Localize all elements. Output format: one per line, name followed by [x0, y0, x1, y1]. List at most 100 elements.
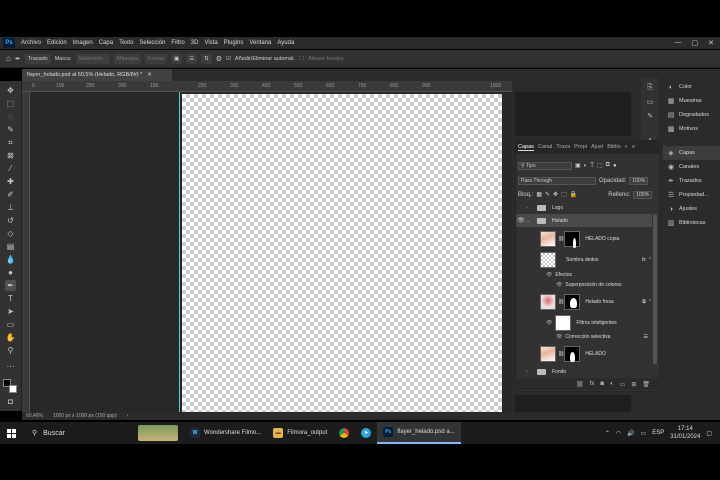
layer-row[interactable]: Sombra dedos fx ⌃ — [516, 251, 652, 269]
zoom-tool-icon[interactable]: ⚲ — [5, 345, 16, 356]
tab-ajustes[interactable]: Ajust — [591, 144, 603, 150]
layer-mask-thumbnail[interactable] — [564, 231, 581, 248]
filter-toggle-icon[interactable]: ● — [613, 163, 617, 169]
move-tool-icon[interactable]: ✥ — [5, 85, 16, 96]
dock-libraries[interactable]: ▥ Bibliotecas — [663, 216, 720, 230]
new-group-icon[interactable]: ▭ — [620, 381, 626, 388]
fx-icon[interactable]: fx — [590, 381, 595, 387]
filter-smart-icon[interactable]: ⧉ — [606, 162, 610, 169]
dock-adjustments[interactable]: ◑ Ajustes — [663, 202, 720, 216]
battery-icon[interactable]: ▭ — [641, 430, 647, 437]
taskbar-app-telegram[interactable]: ➤ — [355, 422, 377, 444]
dock-channels[interactable]: ◉ Canales — [663, 160, 720, 174]
dodge-tool-icon[interactable]: ● — [5, 267, 16, 278]
more-tools-icon[interactable]: ··· — [5, 361, 16, 372]
maximize-icon[interactable]: ▢ — [692, 39, 699, 47]
menu-vista[interactable]: Vista — [201, 40, 220, 46]
dock-properties[interactable]: ☰ Propiedad... — [663, 188, 720, 202]
guide-line-left[interactable] — [179, 92, 180, 412]
taskbar-app-photoshop[interactable]: Ps flayer_helado.psd a... — [377, 422, 461, 444]
menu-ventana[interactable]: Ventana — [246, 40, 274, 46]
tab-trazados[interactable]: Traza — [556, 144, 570, 150]
layer-row[interactable]: › Fondo — [516, 366, 652, 377]
taskbar-app-filmora[interactable]: W Wondershare Filmo... — [184, 422, 267, 444]
fill-input[interactable]: 100% — [633, 190, 653, 199]
smart-filters-row[interactable]: 👁 Filtros inteligentes — [516, 314, 652, 332]
path-arrange-icon[interactable]: ⇅ — [201, 53, 212, 64]
filter-type-icon[interactable]: T — [590, 163, 594, 169]
effects-row[interactable]: 👁 Efectos — [516, 270, 652, 280]
mascara-button[interactable]: Máscara — [113, 53, 142, 64]
language-indicator[interactable]: ESP — [652, 430, 664, 436]
filter-adjust-icon[interactable]: ◐ — [584, 163, 588, 169]
menu-3d[interactable]: 3D — [188, 40, 202, 46]
path-selection-tool-icon[interactable]: ➤ — [5, 306, 16, 317]
gradient-tool-icon[interactable]: ▤ — [5, 241, 16, 252]
home-icon[interactable]: ⌂ — [6, 54, 11, 63]
lock-position-icon[interactable]: ✥ — [553, 191, 558, 198]
align-edges-checkbox[interactable]: ☐ — [299, 56, 304, 62]
new-layer-icon[interactable]: ⊞ — [631, 381, 636, 388]
crop-tool-icon[interactable]: ⌗ — [5, 137, 16, 148]
type-tool-icon[interactable]: T — [5, 293, 16, 304]
add-mask-icon[interactable]: ◙ — [600, 381, 604, 387]
zebra-widget-icon[interactable] — [138, 425, 178, 441]
pen-tool-icon[interactable]: ✒ — [5, 280, 16, 291]
volume-icon[interactable]: 🔊 — [627, 430, 634, 437]
menu-archivo[interactable]: Archivo — [18, 40, 44, 46]
opacity-input[interactable]: 100% — [629, 176, 649, 185]
layer-row[interactable]: ⛓ Helado fresa ⧉ ⌃ — [516, 292, 652, 312]
layer-row[interactable]: ⛓ HELADO — [516, 344, 652, 364]
tab-bibliotecas[interactable]: Biblio — [607, 144, 620, 150]
dock-gradients[interactable]: ▤ Degradados — [663, 108, 720, 122]
quick-mask-icon[interactable]: ◘ — [5, 396, 16, 407]
taskbar-search[interactable]: ⚲ Buscar — [22, 422, 132, 444]
lock-paint-icon[interactable]: ✎ — [545, 191, 550, 198]
eyedropper-tool-icon[interactable]: ⁄ — [5, 163, 16, 174]
pen-tool-icon[interactable]: ✒ — [15, 55, 21, 63]
tab-capas[interactable]: Capas — [518, 144, 534, 151]
document-canvas[interactable] — [182, 94, 502, 412]
dock-paths[interactable]: ✒ Trazados — [663, 174, 720, 188]
chevron-down-icon[interactable]: ⌄ — [526, 218, 534, 224]
filter-mask-thumbnail[interactable] — [555, 315, 572, 331]
filter-item-row[interactable]: 👁 Corrección selectiva ☰ — [516, 332, 652, 342]
menu-seleccion[interactable]: Selección — [136, 40, 168, 46]
path-ops-icon[interactable]: ▣ — [170, 53, 183, 64]
healing-brush-tool-icon[interactable]: ✚ — [5, 176, 16, 187]
adjustment-layer-icon[interactable]: ◐ — [610, 381, 614, 387]
link-layers-icon[interactable]: ⛓ — [576, 381, 584, 388]
status-arrow-icon[interactable]: › — [127, 413, 129, 419]
brush-settings-icon[interactable]: ✎ — [645, 112, 655, 122]
menu-capa[interactable]: Capa — [96, 40, 116, 46]
quick-select-tool-icon[interactable]: ✎ — [5, 124, 16, 135]
minimize-icon[interactable]: — — [675, 39, 682, 47]
lock-all-icon[interactable]: 🔒 — [570, 191, 577, 198]
taskbar-app-folder[interactable]: ▬ Filmora_output — [267, 422, 333, 444]
tab-close-icon[interactable]: ✕ — [147, 72, 152, 78]
taskbar-app-chrome[interactable] — [333, 422, 355, 444]
background-color-swatch[interactable] — [9, 385, 17, 393]
filter-shape-icon[interactable]: ⬚ — [597, 162, 603, 169]
tab-propiedades[interactable]: Propi — [574, 144, 587, 150]
forma-button[interactable]: Forma — [145, 53, 167, 64]
dock-patterns[interactable]: ▩ Motivos — [663, 122, 720, 136]
trash-icon[interactable]: 🗑 — [642, 381, 650, 388]
brush-tool-icon[interactable]: ✐ — [5, 189, 16, 200]
auto-add-delete-checkbox[interactable]: ☑ — [226, 56, 231, 62]
menu-plugins[interactable]: Plugins — [221, 40, 247, 46]
start-button[interactable] — [0, 422, 22, 444]
layer-row[interactable]: › Logo — [516, 202, 652, 214]
chevron-right-icon[interactable]: › — [526, 205, 534, 211]
eye-icon[interactable]: 👁 — [546, 272, 552, 278]
chevron-up-icon[interactable]: ⌃ — [648, 257, 652, 263]
close-icon[interactable]: ✕ — [708, 39, 714, 47]
eye-icon[interactable]: 👁 — [556, 282, 562, 288]
history-icon[interactable]: ⎘ — [645, 84, 655, 94]
lasso-tool-icon[interactable]: ◌ — [5, 111, 16, 122]
chevron-up-icon[interactable]: ⌃ — [648, 299, 652, 305]
blur-tool-icon[interactable]: 💧 — [5, 254, 16, 265]
menu-ayuda[interactable]: Ayuda — [274, 40, 297, 46]
history-brush-tool-icon[interactable]: ↺ — [5, 215, 16, 226]
clone-stamp-tool-icon[interactable]: ⊥ — [5, 202, 16, 213]
